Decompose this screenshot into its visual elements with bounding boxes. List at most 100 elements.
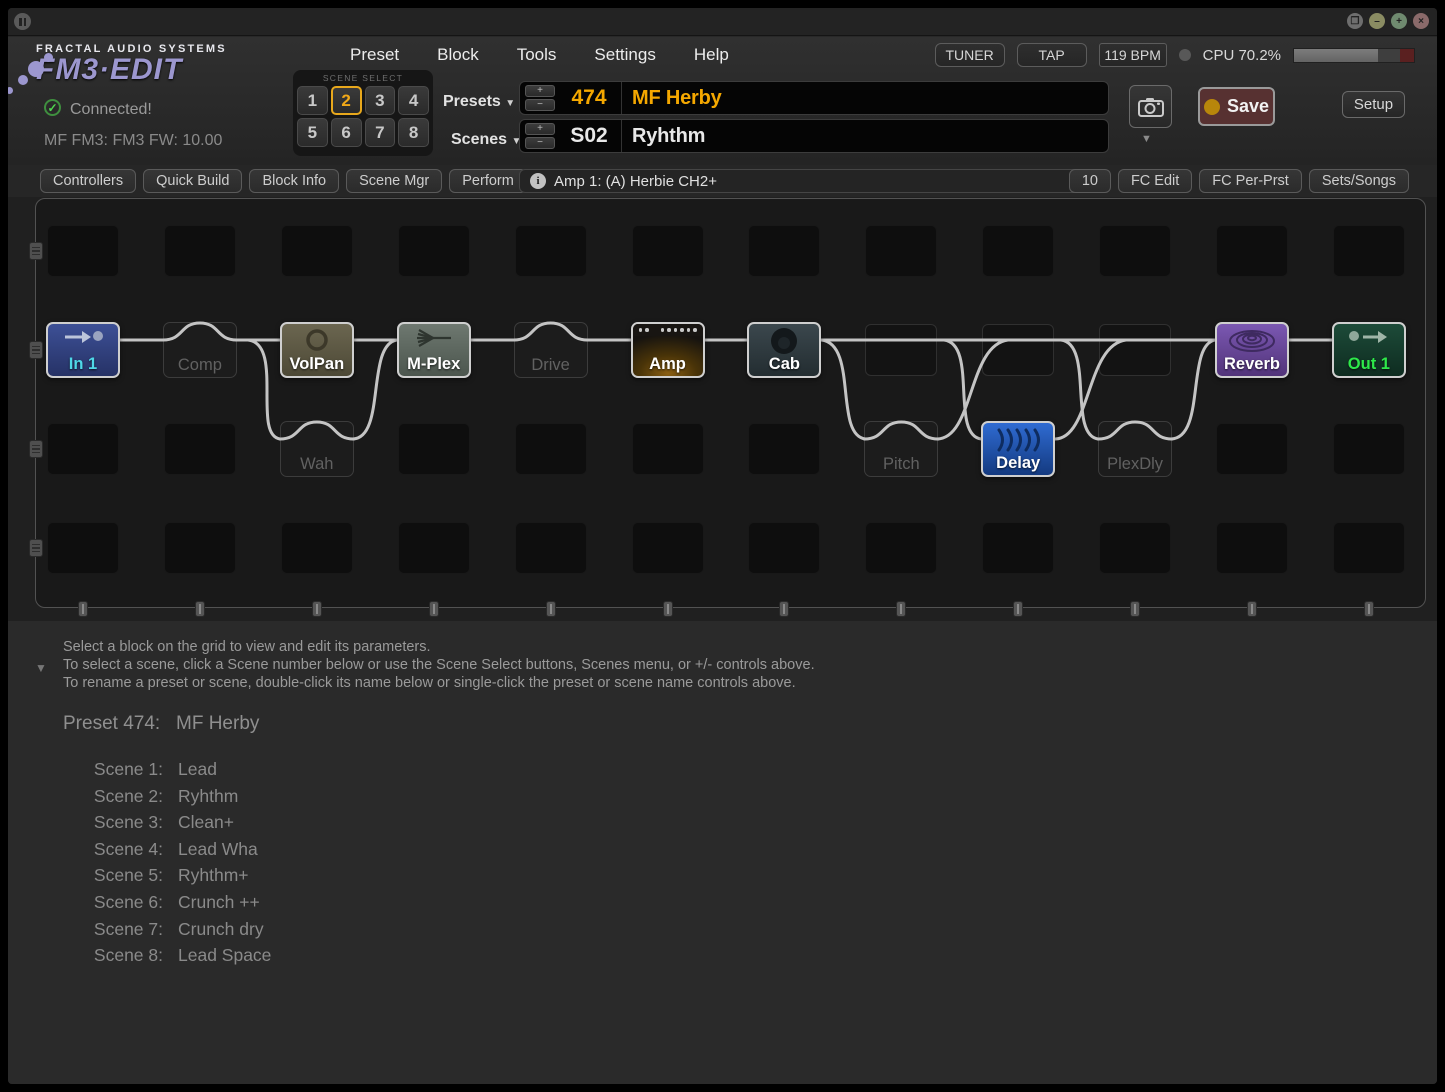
preset-name[interactable]: MF Herby	[632, 87, 722, 110]
grid-slot-r4c11[interactable]	[1216, 522, 1288, 574]
menu-item-help[interactable]: Help	[694, 45, 729, 65]
setup-button[interactable]: Setup	[1342, 91, 1405, 118]
column-connector-handle[interactable]	[1013, 601, 1023, 617]
column-connector-handle[interactable]	[1130, 601, 1140, 617]
grid-block-reverb[interactable]: Reverb	[1215, 322, 1289, 378]
scene-list-row-5[interactable]: Scene 5:Ryhthm+	[63, 862, 271, 889]
preset-summary-name[interactable]: MF Herby	[176, 713, 259, 735]
scene-button-6[interactable]: 6	[331, 118, 362, 147]
scene-list-row-1[interactable]: Scene 1:Lead	[63, 756, 271, 783]
scene-list-name[interactable]: Lead	[178, 756, 217, 783]
grid-slot-r2c9[interactable]	[982, 324, 1054, 376]
tab-controllers[interactable]: Controllers	[40, 169, 136, 193]
scene-button-2[interactable]: 2	[331, 86, 362, 115]
grid-slot-r3c6[interactable]	[632, 423, 704, 475]
grid-slot-r1c8[interactable]	[865, 225, 937, 277]
menu-item-preset[interactable]: Preset	[350, 45, 399, 65]
routing-grid[interactable]: In 1 Comp VolPan M-Plex Drive Amp Cab Reverb Out…	[35, 198, 1426, 608]
menu-item-block[interactable]: Block	[437, 45, 479, 65]
column-connector-handle[interactable]	[195, 601, 205, 617]
save-button[interactable]: Save	[1198, 87, 1275, 126]
grid-slot-r3c4[interactable]	[398, 423, 470, 475]
grid-slot-r4c4[interactable]	[398, 522, 470, 574]
app-icon[interactable]	[14, 13, 31, 30]
grid-block-in-1[interactable]: In 1	[46, 322, 120, 378]
preset-increment-button[interactable]: +	[525, 85, 555, 97]
grid-slot-r1c7[interactable]	[748, 225, 820, 277]
menu-item-settings[interactable]: Settings	[594, 45, 655, 65]
grid-block-comp[interactable]: Comp	[163, 322, 237, 378]
restore-window-button[interactable]: ❐	[1347, 13, 1363, 29]
grid-slot-r1c10[interactable]	[1099, 225, 1171, 277]
scene-list-row-8[interactable]: Scene 8:Lead Space	[63, 942, 271, 969]
column-connector-handle[interactable]	[429, 601, 439, 617]
grid-slot-r1c6[interactable]	[632, 225, 704, 277]
scene-list-name[interactable]: Crunch ++	[178, 889, 260, 916]
grid-block-drive[interactable]: Drive	[514, 322, 588, 378]
scene-button-1[interactable]: 1	[297, 86, 328, 115]
grid-block-delay[interactable]: Delay	[981, 421, 1055, 477]
grid-slot-r1c2[interactable]	[164, 225, 236, 277]
grid-block-out-1[interactable]: Out 1	[1332, 322, 1406, 378]
grid-block-cab[interactable]: Cab	[747, 322, 821, 378]
close-window-button[interactable]: ×	[1413, 13, 1429, 29]
scene-button-7[interactable]: 7	[365, 118, 396, 147]
grid-slot-r4c3[interactable]	[281, 522, 353, 574]
grid-slot-r1c9[interactable]	[982, 225, 1054, 277]
tab-fc-edit[interactable]: FC Edit	[1118, 169, 1192, 193]
bpm-field[interactable]: 119 BPM	[1099, 43, 1167, 67]
scene-list-row-4[interactable]: Scene 4:Lead Wha	[63, 836, 271, 863]
grid-slot-r4c10[interactable]	[1099, 522, 1171, 574]
grid-slot-r4c6[interactable]	[632, 522, 704, 574]
grid-slot-r1c5[interactable]	[515, 225, 587, 277]
column-connector-handle[interactable]	[1247, 601, 1257, 617]
scene-button-8[interactable]: 8	[398, 118, 429, 147]
scene-number[interactable]: S02	[563, 124, 615, 148]
grid-block-volpan[interactable]: VolPan	[280, 322, 354, 378]
tab-quick-build[interactable]: Quick Build	[143, 169, 242, 193]
row-connector-handle[interactable]	[29, 440, 43, 458]
scene-decrement-button[interactable]: −	[525, 137, 555, 149]
grid-slot-r1c1[interactable]	[47, 225, 119, 277]
scene-list-row-3[interactable]: Scene 3:Clean+	[63, 809, 271, 836]
grid-slot-r3c5[interactable]	[515, 423, 587, 475]
grid-slot-r2c8[interactable]	[865, 324, 937, 376]
column-connector-handle[interactable]	[546, 601, 556, 617]
tuner-button[interactable]: TUNER	[935, 43, 1005, 67]
scene-list-name[interactable]: Ryhthm+	[178, 862, 249, 889]
column-connector-handle[interactable]	[312, 601, 322, 617]
preset-number[interactable]: 474	[563, 86, 615, 110]
grid-slot-r4c9[interactable]	[982, 522, 1054, 574]
grid-slot-r4c12[interactable]	[1333, 522, 1405, 574]
column-connector-handle[interactable]	[779, 601, 789, 617]
snapshot-camera-button[interactable]	[1129, 85, 1172, 128]
maximize-window-button[interactable]: +	[1391, 13, 1407, 29]
grid-block-amp[interactable]: Amp	[631, 322, 705, 378]
grid-slot-r3c11[interactable]	[1216, 423, 1288, 475]
tab-fc-per-prst[interactable]: FC Per-Prst	[1199, 169, 1302, 193]
grid-block-m-plex[interactable]: M-Plex	[397, 322, 471, 378]
presets-dropdown[interactable]: Presets ▼	[443, 93, 515, 111]
grid-slot-r4c7[interactable]	[748, 522, 820, 574]
scene-button-3[interactable]: 3	[365, 86, 396, 115]
scene-name-field[interactable]: + − S02 Ryhthm	[519, 119, 1109, 153]
collapse-arrow-icon[interactable]: ▼	[35, 661, 47, 675]
grid-slot-r3c1[interactable]	[47, 423, 119, 475]
grid-slot-r1c3[interactable]	[281, 225, 353, 277]
column-connector-handle[interactable]	[1364, 601, 1374, 617]
preset-decrement-button[interactable]: −	[525, 99, 555, 111]
row-connector-handle[interactable]	[29, 242, 43, 260]
scene-button-5[interactable]: 5	[297, 118, 328, 147]
scene-list-name[interactable]: Clean+	[178, 809, 234, 836]
preset-name-field[interactable]: + − 474 MF Herby	[519, 81, 1109, 115]
preset-stepper[interactable]: + −	[525, 85, 555, 111]
scene-name[interactable]: Ryhthm	[632, 125, 705, 148]
grid-slot-r4c1[interactable]	[47, 522, 119, 574]
grid-slot-r4c2[interactable]	[164, 522, 236, 574]
scene-list-row-6[interactable]: Scene 6:Crunch ++	[63, 889, 271, 916]
menu-item-tools[interactable]: Tools	[517, 45, 557, 65]
grid-block-pitch[interactable]: Pitch	[864, 421, 938, 477]
grid-slot-r3c2[interactable]	[164, 423, 236, 475]
grid-slot-r2c10[interactable]	[1099, 324, 1171, 376]
tab-scene-mgr[interactable]: Scene Mgr	[346, 169, 442, 193]
